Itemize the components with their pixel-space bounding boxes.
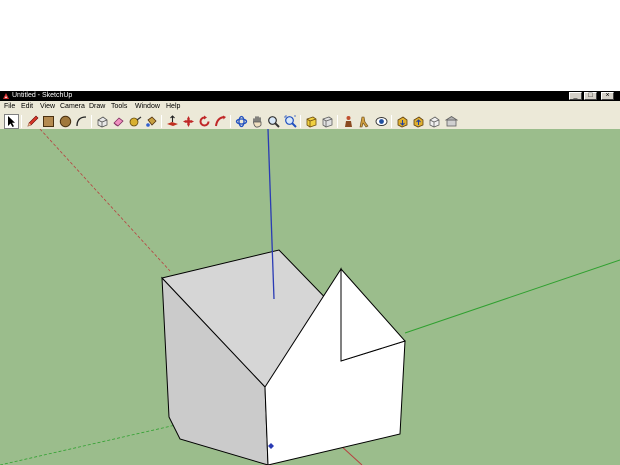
previous-view-tool[interactable] [304,114,319,129]
get-models-tool[interactable] [395,114,410,129]
warehouse-icon [445,116,458,127]
walk-icon [359,116,369,128]
menu-edit[interactable]: Edit [21,101,33,112]
orbit-icon [235,115,248,128]
modeling-viewport[interactable] [0,129,620,465]
move-icon [183,116,194,127]
menu-file[interactable]: File [4,101,15,112]
next-view-tool[interactable] [320,114,335,129]
follow-me-icon [215,115,226,127]
circle-icon [59,115,72,128]
arc-tool[interactable] [74,114,89,129]
toolbar-separator [161,115,162,128]
arrow-icon [8,116,15,127]
rectangle-icon [43,116,54,127]
title-bar: Untitled - SketchUp _ □ × [0,91,620,101]
get-models-icon [397,116,408,128]
toolbar-separator [391,115,392,128]
pencil-icon [27,115,39,127]
rectangle-tool[interactable] [41,114,56,129]
red-axis-dashed [39,129,171,272]
orbit-tool[interactable] [234,114,249,129]
rotate-tool[interactable] [197,114,212,129]
menu-camera[interactable]: Camera [60,101,85,112]
line-tool[interactable] [25,114,40,129]
menu-view[interactable]: View [40,101,55,112]
walk-tool[interactable] [357,114,372,129]
menu-tools[interactable]: Tools [111,101,127,112]
menu-window[interactable]: Window [135,101,160,112]
position-camera-icon [345,116,352,127]
eraser-tool[interactable] [111,114,126,129]
zoom-extents-tool[interactable] [283,114,298,129]
toolbar-separator [230,115,231,128]
scene-canvas[interactable] [0,129,620,465]
share-component-tool[interactable] [427,114,442,129]
toolbar-separator [21,115,22,128]
menu-bar: File Edit View Camera Draw Tools Window … [0,101,620,112]
sketchup-logo-icon [3,93,9,99]
look-around-tool[interactable] [374,114,389,129]
minimize-button[interactable]: _ [569,92,582,100]
next-view-icon [322,116,333,128]
house-model[interactable] [161,249,406,465]
share-model-icon [413,116,424,128]
extension-warehouse-tool[interactable] [444,114,459,129]
maximize-button[interactable]: □ [584,92,597,100]
share-model-tool[interactable] [411,114,426,129]
tape-measure-tool[interactable] [128,114,143,129]
eraser-icon [113,117,124,127]
rotate-icon [199,115,210,127]
toolbar-separator [300,115,301,128]
circle-tool[interactable] [58,114,73,129]
look-around-icon [375,117,388,126]
arc-icon [76,116,87,127]
window-title: Untitled - SketchUp [12,92,73,99]
red-axis [339,444,363,465]
menu-help[interactable]: Help [166,101,180,112]
make-component-tool[interactable] [95,114,110,129]
paint-bucket-tool[interactable] [144,114,159,129]
toolbar-separator [337,115,338,128]
pan-tool[interactable] [250,114,265,129]
select-tool[interactable] [4,114,19,129]
toolbar-separator [91,115,92,128]
close-button[interactable]: × [601,92,614,100]
previous-view-icon [306,116,317,128]
paint-bucket-icon [146,116,157,127]
zoom-icon [268,116,280,128]
hand-icon [253,116,262,128]
green-axis [404,259,620,334]
sky-area [0,0,620,91]
menu-draw[interactable]: Draw [89,101,105,112]
zoom-tool[interactable] [266,114,281,129]
follow-me-tool[interactable] [213,114,228,129]
share-component-icon [429,116,440,128]
tape-measure-icon [129,116,142,127]
push-pull-tool[interactable] [165,114,180,129]
component-icon [97,116,108,128]
zoom-extents-icon [284,115,297,128]
position-camera-tool[interactable] [341,114,356,129]
push-pull-icon [167,115,178,126]
move-tool[interactable] [181,114,196,129]
